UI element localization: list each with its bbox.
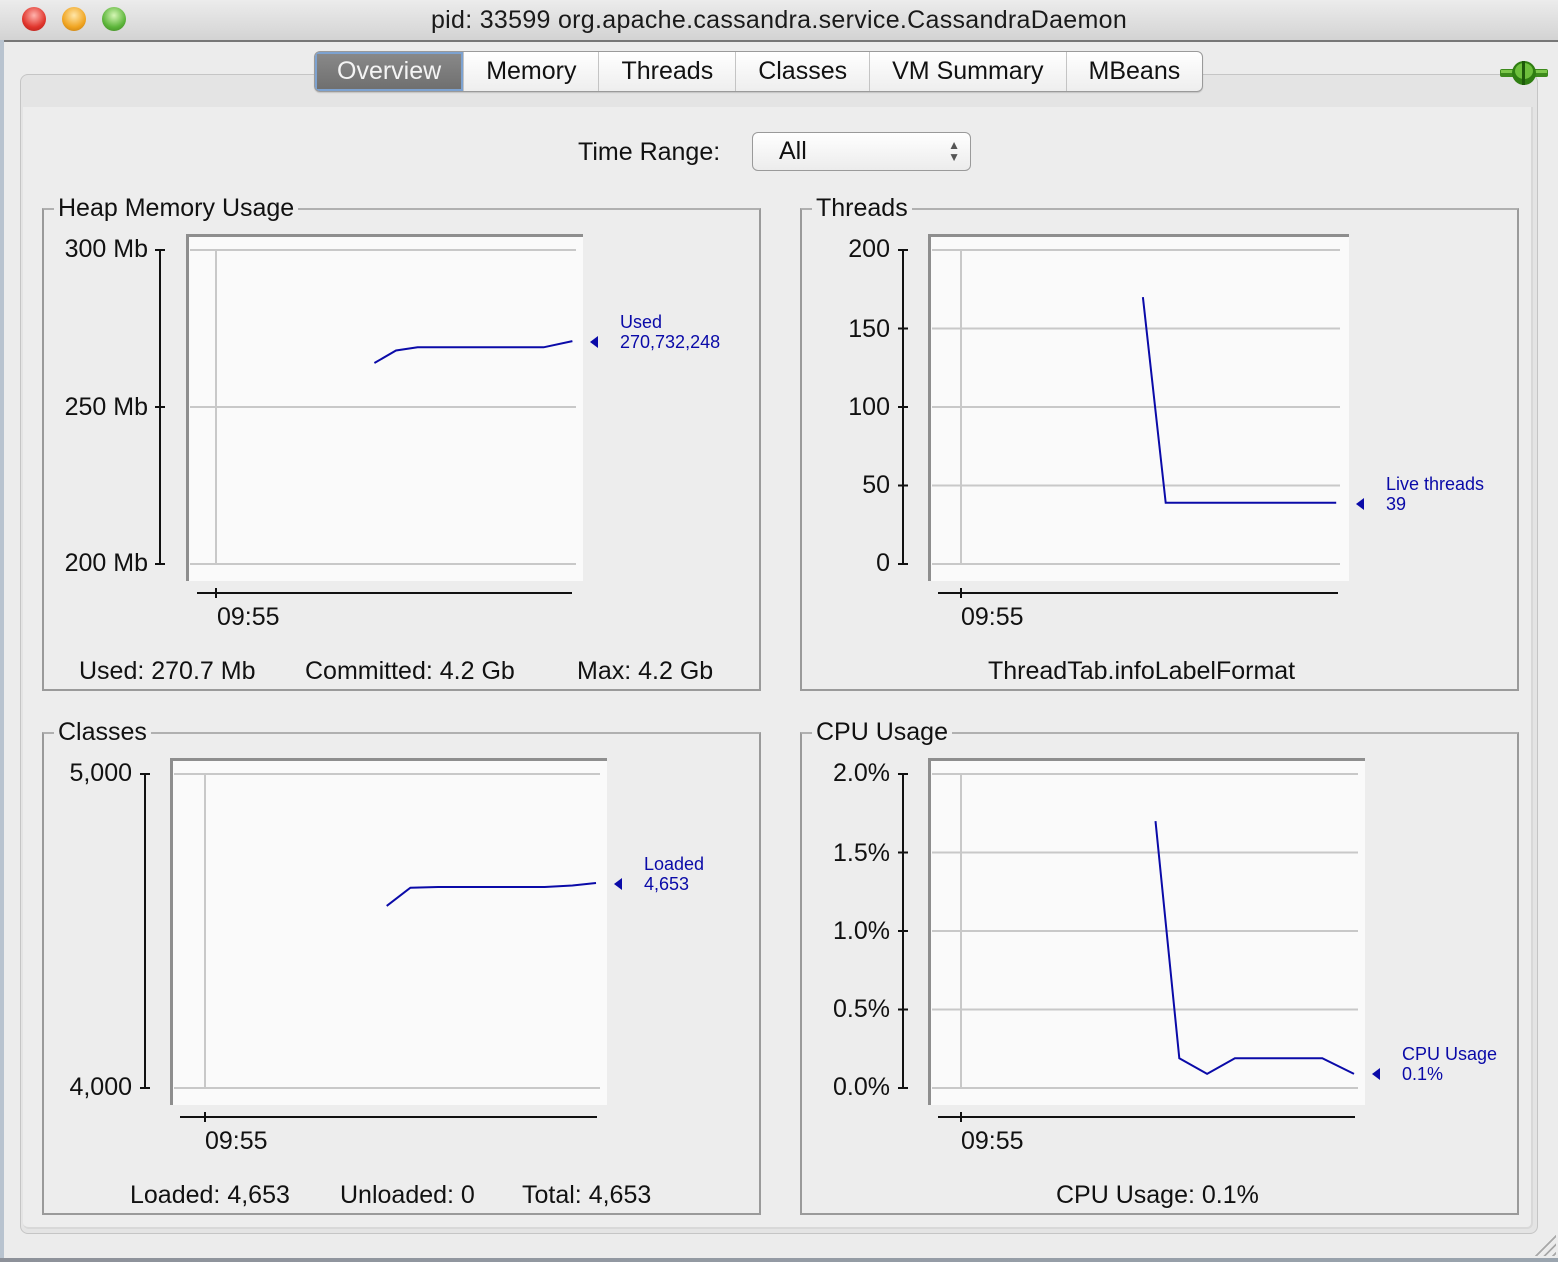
classes-series-line-0 <box>386 882 597 907</box>
cpu-series-line-0 <box>1154 821 1355 1076</box>
charts-layer <box>140 249 1358 1122</box>
heap-series-line-0 <box>373 340 573 364</box>
window-bottom-edge <box>0 1258 1558 1262</box>
